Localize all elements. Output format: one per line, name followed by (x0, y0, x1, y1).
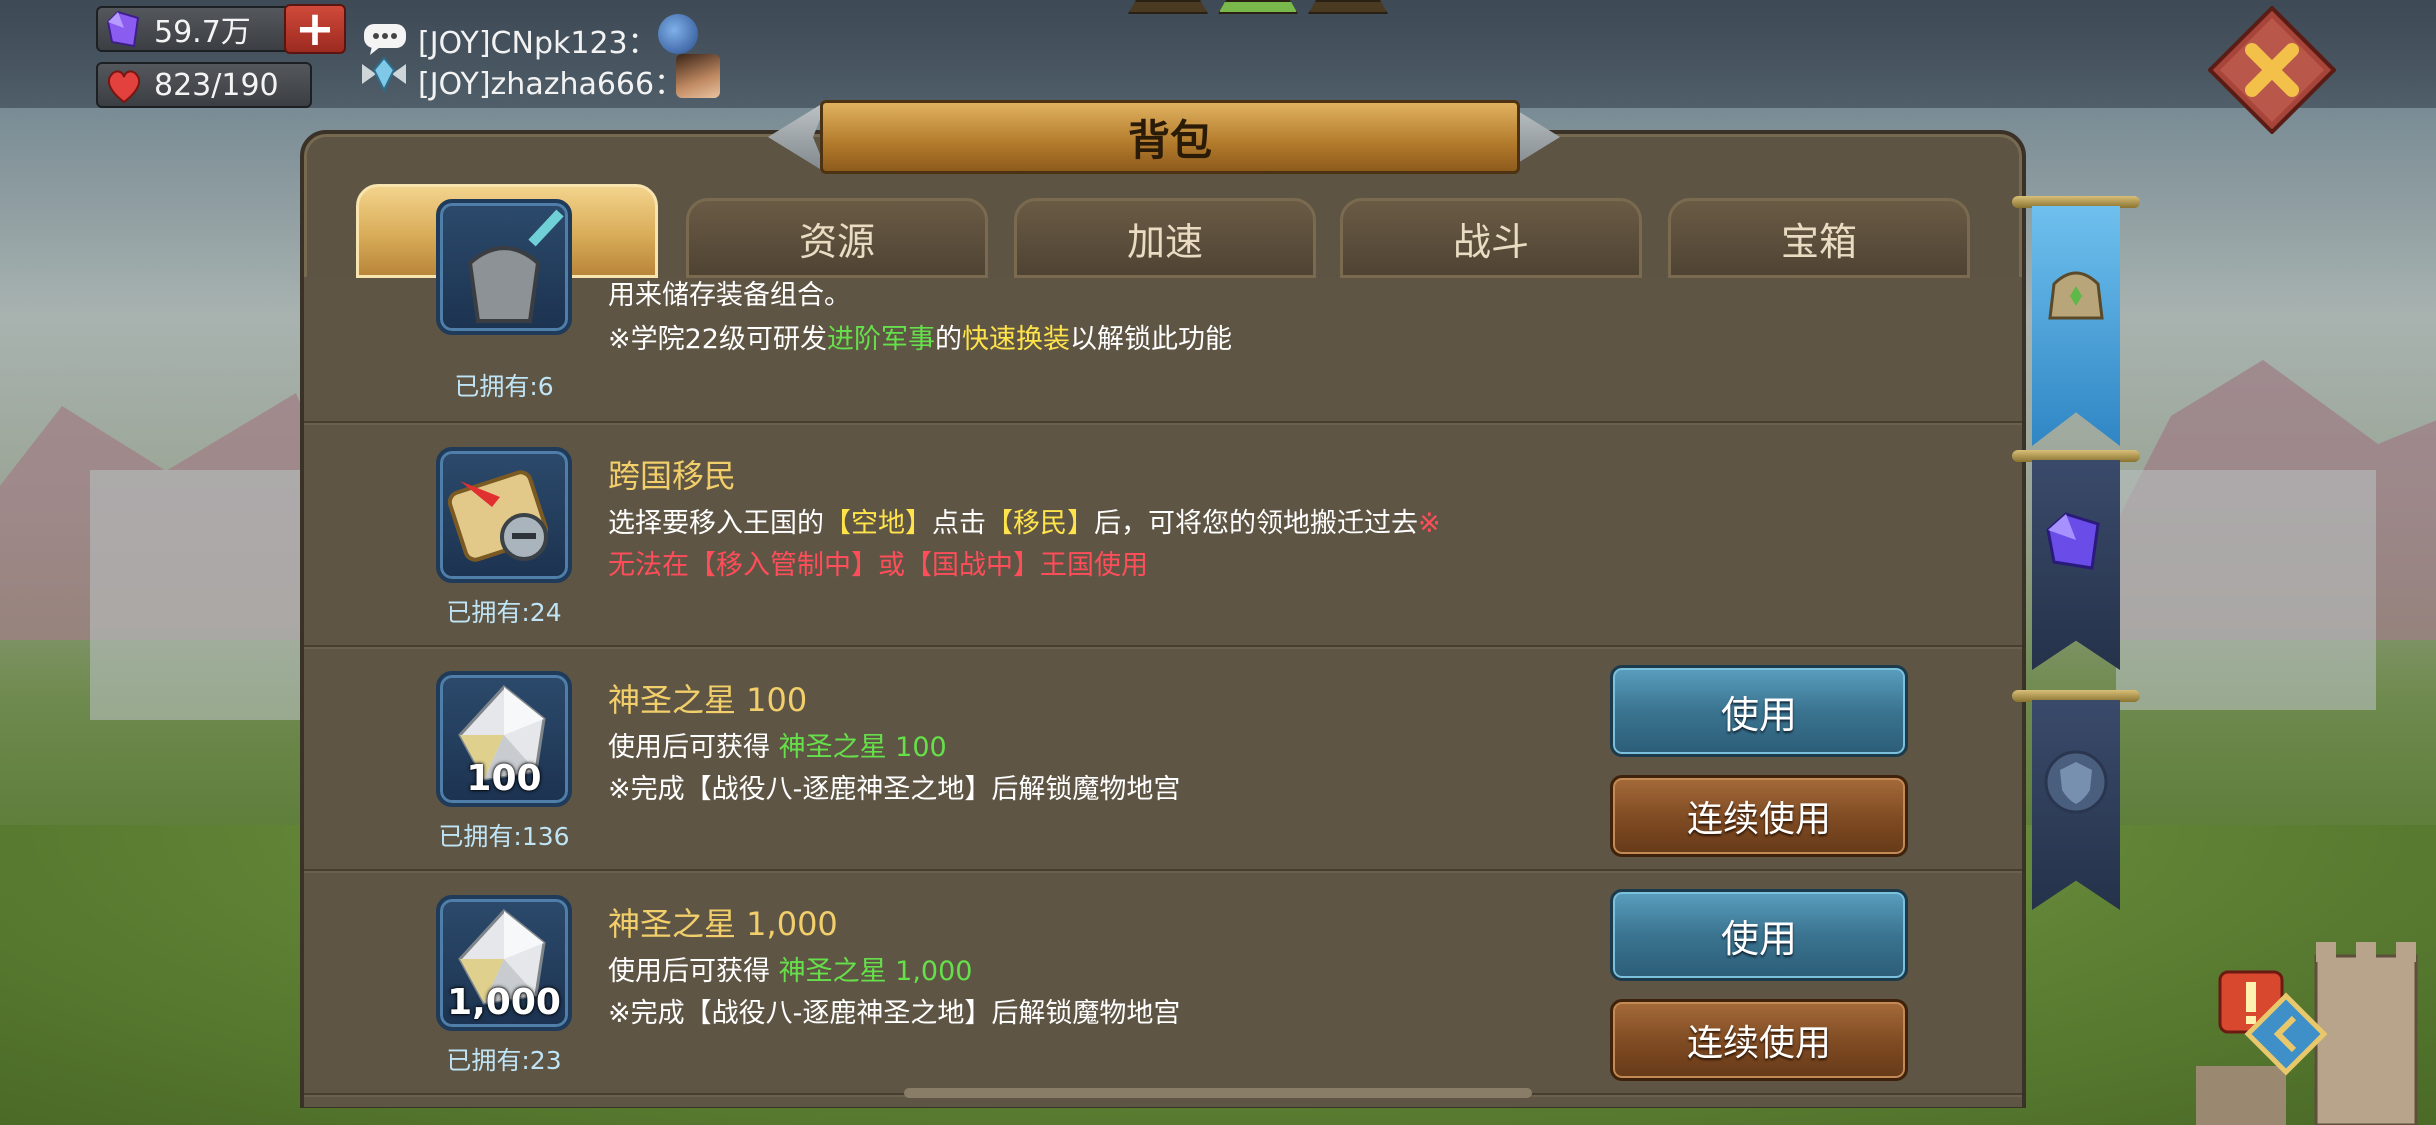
heart-icon (107, 70, 141, 104)
item-icon-frame (436, 199, 572, 335)
guild-rank-icon (362, 56, 406, 93)
chat-message-2[interactable]: [JOY]zhazha666： (418, 59, 684, 103)
gem-icon (2046, 512, 2100, 570)
tab-speedups[interactable]: 加速 (1014, 198, 1316, 278)
item-description: 选择要移入王国的【空地】点击【移民】后，可将您的领地搬迁过去※ (608, 508, 1441, 539)
item-unlock-hint: ※学院22级可研发进阶军事的快速换装以解锁此功能 (608, 324, 1232, 355)
owned-count: 已拥有:24 (446, 598, 562, 627)
use-button[interactable]: 使用 (1610, 889, 1908, 981)
use-button[interactable]: 使用 (1610, 665, 1908, 757)
list-item: 1,000 已拥有:23 神圣之星 1,000 使用后可获得 神圣之星 1,00… (304, 873, 2022, 1095)
chat-avatar-2 (676, 54, 720, 98)
item-quantity: 1,000 (447, 982, 561, 1023)
item-quantity: 100 (466, 758, 542, 799)
stamina-counter[interactable]: 823/190 (96, 62, 312, 108)
page-indicator-3 (1308, 0, 1388, 14)
tab-battle[interactable]: 战斗 (1340, 198, 1642, 278)
item-icon-frame: 1,000 (436, 895, 572, 1031)
shield-icon (2044, 750, 2108, 814)
add-gems-button[interactable]: + (284, 4, 346, 54)
item-icon-frame (436, 447, 572, 583)
panel-title: 背包 (820, 100, 1520, 174)
close-button[interactable] (2208, 6, 2336, 134)
item-name: 跨国移民 (608, 457, 737, 495)
item-description: 使用后可获得 神圣之星 1,000 (608, 956, 973, 987)
gems-value: 59.7万 (154, 15, 251, 50)
chat-icon[interactable] (362, 22, 408, 56)
item-description: 用来储存装备组合。 (608, 280, 851, 311)
item-name: 神圣之星 1,000 (608, 905, 838, 943)
tab-chests[interactable]: 宝箱 (1668, 198, 1970, 278)
armor-set-icon (467, 209, 564, 323)
stamina-value: 823/190 (154, 67, 279, 103)
castle-shortcut-icon[interactable] (2196, 936, 2436, 1125)
item-unlock-hint: ※完成【战役八-逐鹿神圣之地】后解锁魔物地宫 (608, 774, 1181, 805)
gem-icon (106, 10, 140, 48)
side-tab-gems[interactable] (2012, 450, 2140, 670)
list-item: 已拥有:24 跨国移民 选择要移入王国的【空地】点击【移民】后，可将您的领地搬迁… (304, 425, 2022, 647)
background-castle-left (90, 470, 320, 720)
item-description: 使用后可获得 神圣之星 100 (608, 732, 947, 763)
side-tab-defense[interactable] (2012, 690, 2140, 910)
use-continuously-button[interactable]: 连续使用 (1610, 775, 1908, 857)
owned-count: 已拥有:6 (454, 372, 554, 401)
use-continuously-button[interactable]: 连续使用 (1610, 999, 1908, 1081)
item-name: 神圣之星 100 (608, 681, 808, 719)
chat-avatar-1 (658, 14, 698, 54)
chat-message-1[interactable]: [JOY]CNpk123： (418, 18, 658, 62)
background-castle-right (2116, 470, 2376, 710)
tab-resources[interactable]: 资源 (686, 198, 988, 278)
list-item: 100 已拥有:136 神圣之星 100 使用后可获得 神圣之星 100 ※完成… (304, 649, 2022, 871)
owned-count: 已拥有:136 (438, 822, 570, 851)
page-indicator-1 (1128, 0, 1208, 14)
side-tab-bag[interactable] (2012, 196, 2140, 446)
migration-scroll-icon (447, 470, 549, 562)
owned-count: 已拥有:23 (446, 1046, 562, 1075)
item-icon-frame: 100 (436, 671, 572, 807)
gems-counter[interactable]: 59.7万 (96, 6, 292, 52)
page-indicator-2 (1218, 0, 1298, 14)
item-unlock-hint: ※完成【战役八-逐鹿神圣之地】后解锁魔物地宫 (608, 998, 1181, 1029)
list-item: 已拥有:6 用来储存装备组合。 ※学院22级可研发进阶军事的快速换装以解锁此功能 (304, 199, 2022, 423)
bag-icon (2048, 271, 2104, 320)
list-scrollbar[interactable] (904, 1088, 1532, 1098)
item-restriction: 无法在【移入管制中】或【国战中】王国使用 (608, 550, 1148, 581)
